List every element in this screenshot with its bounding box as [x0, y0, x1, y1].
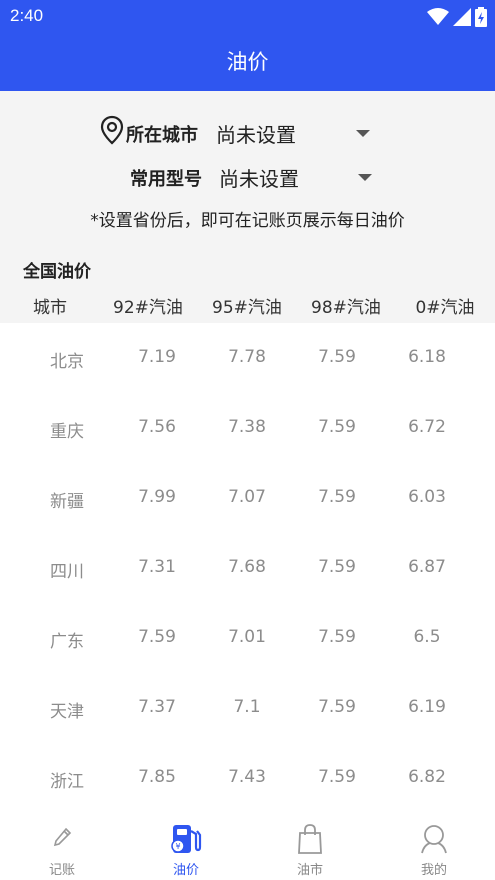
model-label: 常用型号: [130, 169, 202, 190]
cell-0: 6.19: [408, 697, 446, 717]
column-header-city: 城市: [33, 298, 67, 318]
settings-panel: 所在城市 尚未设置 常用型号 尚未设置 *设置省份后，即可在记账页展示每日油价 …: [0, 91, 495, 323]
cell-98: 7.59: [318, 347, 356, 367]
cell-92: 7.99: [138, 487, 176, 507]
city-dropdown-icon[interactable]: [356, 130, 370, 137]
city-selector[interactable]: 所在城市 尚未设置: [0, 115, 495, 149]
table-header: 城市 92#汽油 95#汽油 98#汽油 0#汽油: [0, 291, 495, 319]
settings-hint: *设置省份后，即可在记账页展示每日油价: [90, 211, 405, 231]
city-value[interactable]: 尚未设置: [216, 119, 296, 148]
cell-95: 7.38: [228, 417, 266, 437]
cell-0: 6.03: [408, 487, 446, 507]
bottom-nav: 记账 ¥ 油价 油市 我的: [0, 813, 495, 880]
cell-92: 7.59: [138, 627, 176, 647]
cell-0: 6.82: [408, 767, 446, 787]
nav-label: 油价: [172, 863, 199, 878]
nav-label: 油市: [296, 863, 323, 878]
nav-label: 记账: [48, 863, 75, 878]
nav-item-mine[interactable]: 我的: [372, 813, 495, 880]
model-dropdown-icon[interactable]: [358, 174, 372, 181]
fuel-pump-icon: ¥: [171, 825, 202, 853]
svg-text:¥: ¥: [175, 842, 180, 851]
cell-city: 新疆: [50, 492, 84, 512]
page-title: 油价: [0, 34, 495, 91]
cell-92: 7.85: [138, 767, 176, 787]
column-header-92: 92#汽油: [113, 298, 183, 318]
cell-98: 7.59: [318, 697, 356, 717]
table-row: 天津 7.37 7.1 7.59 6.19: [0, 673, 495, 743]
location-pin-icon: [100, 115, 124, 145]
table-row: 广东 7.59 7.01 7.59 6.5: [0, 603, 495, 673]
status-time: 2:40: [10, 6, 44, 25]
cell-0: 6.5: [413, 627, 441, 647]
nav-label: 我的: [420, 863, 447, 878]
cell-city: 广东: [50, 632, 84, 652]
cell-92: 7.56: [138, 417, 176, 437]
cell-98: 7.59: [318, 557, 356, 577]
cell-city: 四川: [50, 562, 84, 582]
cell-95: 7.1: [233, 697, 261, 717]
cell-city: 浙江: [50, 772, 84, 792]
cell-0: 6.18: [408, 347, 446, 367]
cell-95: 7.78: [228, 347, 266, 367]
nav-item-oil-price[interactable]: ¥ 油价: [124, 813, 248, 880]
table-row: 浙江 7.85 7.43 7.59 6.82: [0, 743, 495, 813]
status-icons: [427, 7, 487, 27]
pencil-icon: [53, 827, 72, 847]
cell-98: 7.59: [318, 417, 356, 437]
table-row: 北京 7.19 7.78 7.59 6.18: [0, 323, 495, 393]
column-header-0: 0#汽油: [415, 298, 475, 318]
cell-city: 天津: [50, 702, 84, 722]
cell-98: 7.59: [318, 487, 356, 507]
signal-icon: [453, 8, 471, 26]
price-table: 北京 7.19 7.78 7.59 6.18 重庆 7.56 7.38 7.59…: [0, 323, 495, 813]
user-icon: [421, 825, 447, 854]
column-header-98: 98#汽油: [311, 298, 381, 318]
nav-item-oil-market[interactable]: 油市: [248, 813, 372, 880]
cell-95: 7.07: [228, 487, 266, 507]
cell-92: 7.37: [138, 697, 176, 717]
nav-item-bookkeeping[interactable]: 记账: [0, 813, 124, 880]
battery-icon: [475, 7, 487, 27]
table-row: 新疆 7.99 7.07 7.59 6.03: [0, 463, 495, 533]
city-label: 所在城市: [126, 125, 198, 146]
cell-95: 7.43: [228, 767, 266, 787]
status-bar: 2:40: [0, 0, 495, 34]
section-title: 全国油价: [23, 262, 91, 282]
cell-city: 重庆: [50, 422, 84, 442]
cell-92: 7.31: [138, 557, 176, 577]
model-selector[interactable]: 常用型号 尚未设置: [0, 161, 495, 195]
model-value[interactable]: 尚未设置: [219, 163, 299, 192]
cell-95: 7.68: [228, 557, 266, 577]
wifi-icon: [427, 8, 449, 25]
cell-city: 北京: [50, 352, 84, 372]
shopping-bag-icon: [298, 824, 322, 854]
cell-98: 7.59: [318, 627, 356, 647]
table-row: 重庆 7.56 7.38 7.59 6.72: [0, 393, 495, 463]
cell-0: 6.72: [408, 417, 446, 437]
table-row: 四川 7.31 7.68 7.59 6.87: [0, 533, 495, 603]
cell-0: 6.87: [408, 557, 446, 577]
column-header-95: 95#汽油: [212, 298, 282, 318]
cell-98: 7.59: [318, 767, 356, 787]
cell-92: 7.19: [138, 347, 176, 367]
cell-95: 7.01: [228, 627, 266, 647]
